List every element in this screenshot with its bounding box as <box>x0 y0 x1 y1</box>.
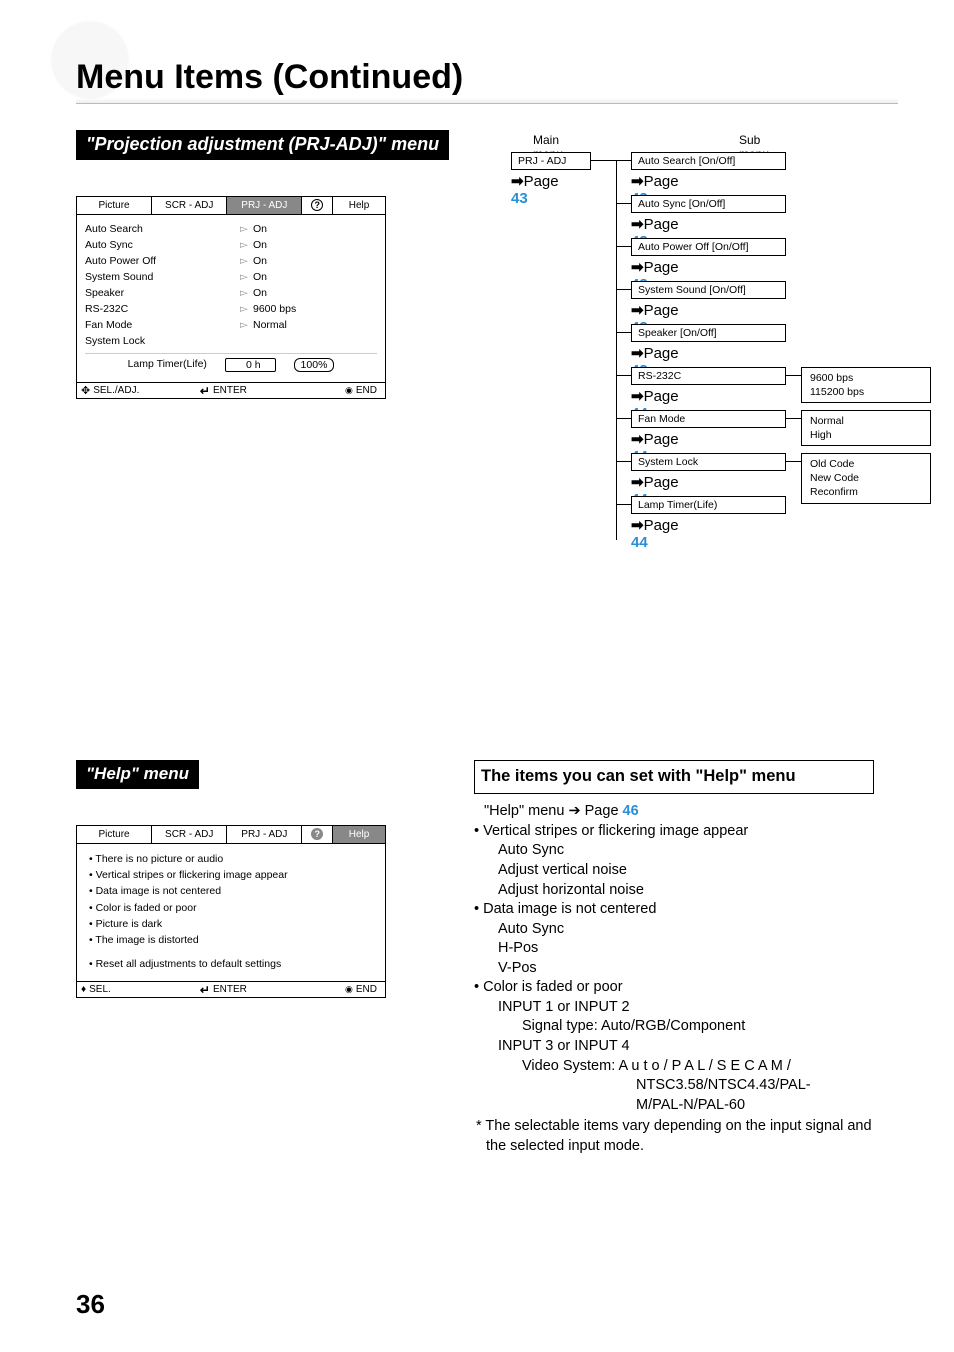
hr-sub: V-Pos <box>474 959 874 979</box>
tree-item-box: Fan Mode <box>631 410 786 428</box>
section-heading-prj: "Projection adjustment (PRJ-ADJ)" menu <box>76 130 449 160</box>
page-num: 43 <box>511 190 528 207</box>
page-title: Menu Items (Continued) <box>76 58 463 97</box>
hr-sub3: NTSC3.58/NTSC4.43/PAL- <box>474 1076 874 1096</box>
hr-sub2: Signal type: Auto/RGB/Component <box>474 1017 874 1037</box>
right-arrow-icon: ▻ <box>235 239 253 251</box>
val-rs232c: 9600 bps <box>253 303 296 315</box>
footer2-end: END <box>288 982 385 997</box>
tab-help[interactable]: Help <box>333 197 385 215</box>
root-box: PRJ - ADJ <box>511 152 591 170</box>
right-arrow-icon: ▻ <box>235 303 253 315</box>
hr-sub: INPUT 1 or INPUT 2 <box>474 998 874 1018</box>
footer2-enter: ENTER <box>196 982 289 997</box>
help-bullet[interactable]: • The image is distorted <box>87 933 375 947</box>
hr-sub3: M/PAL-N/PAL-60 <box>474 1096 874 1116</box>
tree-item-box: Auto Power Off [On/Off] <box>631 238 786 256</box>
footer-end: END <box>288 383 385 398</box>
tree-item-box: System Lock <box>631 453 786 471</box>
tab-scr-adj[interactable]: SCR - ADJ <box>152 197 227 215</box>
right-arrow-icon: ▻ <box>235 287 253 299</box>
row-systemsound[interactable]: System Sound <box>85 271 235 283</box>
tree-item-box: Auto Search [On/Off] <box>631 152 786 170</box>
help-bullet[interactable]: • Picture is dark <box>87 917 375 931</box>
hr-sub2: Video System: A u t o / P A L / S E C A … <box>474 1057 874 1077</box>
question-icon: ? <box>311 828 323 840</box>
tab2-help[interactable]: Help <box>333 826 385 844</box>
question-icon: ? <box>311 199 323 211</box>
help-bullet[interactable]: • Reset all adjustments to default setti… <box>87 957 375 971</box>
hr-sub: Auto Sync <box>474 920 874 940</box>
right-arrow-icon: ▻ <box>235 255 253 267</box>
page-num[interactable]: 46 <box>623 803 639 819</box>
help-bullet[interactable]: • Data image is not centered <box>87 884 375 898</box>
tree-item-box: System Sound [On/Off] <box>631 281 786 299</box>
val-systemsound: On <box>253 271 267 283</box>
right-arrow-icon: ▻ <box>235 223 253 235</box>
help-right-col: The items you can set with "Help" menu "… <box>474 760 874 1156</box>
help-body: • There is no picture or audio • Vertica… <box>77 844 385 981</box>
tab2-scr-adj[interactable]: SCR - ADJ <box>152 826 227 844</box>
page-number: 36 <box>76 1289 105 1320</box>
hr-sub: INPUT 3 or INPUT 4 <box>474 1037 874 1057</box>
tab2-picture[interactable]: Picture <box>77 826 152 844</box>
row-rs232c[interactable]: RS-232C <box>85 303 235 315</box>
lamp-hours: 0 h <box>225 358 276 372</box>
help-right-title: The items you can set with "Help" menu <box>474 760 874 794</box>
osd-help: Picture SCR - ADJ PRJ - ADJ ? Help • The… <box>76 825 386 998</box>
page-word: Page <box>524 173 559 190</box>
help-bullet[interactable]: • Vertical stripes or flickering image a… <box>87 868 375 882</box>
val-autosync: On <box>253 239 267 251</box>
row-fanmode[interactable]: Fan Mode <box>85 319 235 331</box>
tab-prj-adj[interactable]: PRJ - ADJ <box>227 197 302 215</box>
hr-sub: H-Pos <box>474 939 874 959</box>
tree-sub-box: 9600 bps115200 bps <box>801 367 931 403</box>
hr-bullet: • Vertical stripes or flickering image a… <box>474 822 874 842</box>
hr-sub: Adjust horizontal noise <box>474 881 874 901</box>
row-autosync[interactable]: Auto Sync <box>85 239 235 251</box>
title-underline <box>76 98 898 104</box>
val-autosearch: On <box>253 223 267 235</box>
tree-item-box: Speaker [On/Off] <box>631 324 786 342</box>
val-fanmode: Normal <box>253 319 287 331</box>
lamp-label: Lamp Timer(Life) <box>128 358 207 372</box>
right-arrow-icon: ▻ <box>235 271 253 283</box>
tree-item-box: RS-232C <box>631 367 786 385</box>
tree-item-box: Auto Sync [On/Off] <box>631 195 786 213</box>
help-bullet[interactable]: • Color is faded or poor <box>87 901 375 915</box>
footer2-sel: SEL. <box>77 982 196 997</box>
osd-prj-adj: Picture SCR - ADJ PRJ - ADJ ? Help Auto … <box>76 196 386 399</box>
row-autosearch[interactable]: Auto Search <box>85 223 235 235</box>
row-autopoweroff[interactable]: Auto Power Off <box>85 255 235 267</box>
tree-sub-box: NormalHigh <box>801 410 931 446</box>
tree-item-box: Lamp Timer(Life) <box>631 496 786 514</box>
right-arrow-icon: ▻ <box>235 319 253 331</box>
hr-bullet: • Data image is not centered <box>474 900 874 920</box>
help-bullet[interactable]: • There is no picture or audio <box>87 852 375 866</box>
tab-picture[interactable]: Picture <box>77 197 152 215</box>
val-autopoweroff: On <box>253 255 267 267</box>
hr-sub: Auto Sync <box>474 841 874 861</box>
hr-bullet: • Color is faded or poor <box>474 978 874 998</box>
section-heading-help: "Help" menu <box>76 760 199 789</box>
tree-page-link[interactable]: ➡Page 44 <box>631 516 679 551</box>
tree-sub-box: Old CodeNew CodeReconfirm <box>801 453 931 504</box>
tab2-prj-adj[interactable]: PRJ - ADJ <box>227 826 302 844</box>
footer-sel-adj: SEL./ADJ. <box>77 383 196 398</box>
lamp-pct: 100% <box>294 358 335 372</box>
footer-enter: ENTER <box>196 383 289 398</box>
val-speaker: On <box>253 287 267 299</box>
osd-body: Auto Search▻On Auto Sync▻On Auto Power O… <box>77 215 385 382</box>
help-menu-lead: "Help" menu <box>484 803 568 819</box>
hr-sub: Adjust vertical noise <box>474 861 874 881</box>
hr-note: * The selectable items vary depending on… <box>474 1117 874 1156</box>
page-word: Page <box>585 803 619 819</box>
row-speaker[interactable]: Speaker <box>85 287 235 299</box>
tab2-help-icon[interactable]: ? <box>302 826 333 844</box>
root-page-link[interactable]: ➡Page 43 <box>511 172 559 207</box>
tab-help-icon[interactable]: ? <box>302 197 333 215</box>
row-systemlock[interactable]: System Lock <box>85 335 235 347</box>
